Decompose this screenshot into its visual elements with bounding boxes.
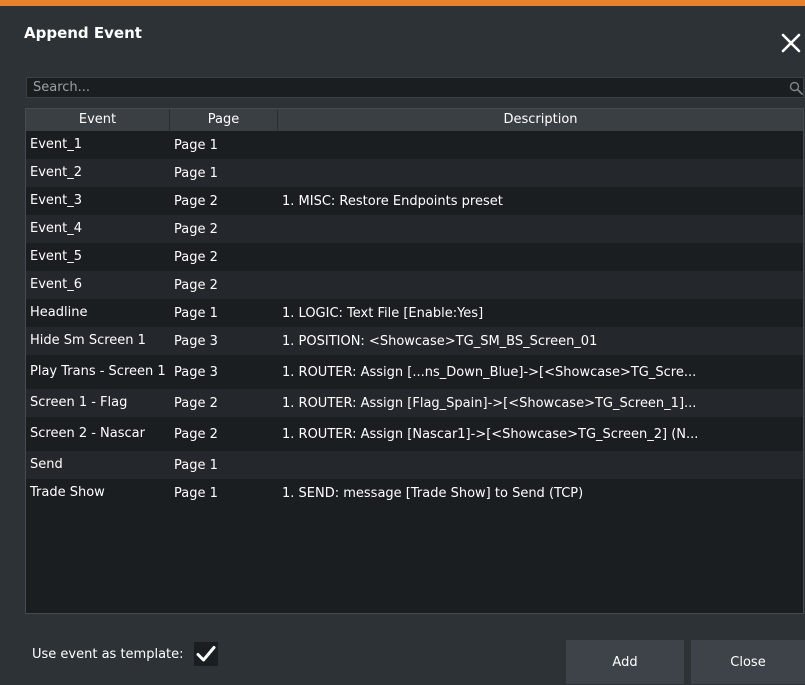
page-cell: Page 1 [174,137,218,153]
page-cell: Page 2 [174,426,218,442]
event-cell: Send [30,457,63,472]
column-header-description[interactable]: Description [278,109,803,131]
description-cell: 1. ROUTER: Assign [Flag_Spain]->[<Showca… [282,395,697,411]
dialog-footer: Use event as template: Add Close [0,620,805,685]
table-body: Event_1 Page 1 Event_2 Page 1 Event_3 Pa… [26,131,803,507]
table-row[interactable]: Screen 1 - Flag Page 2 1. ROUTER: Assign… [26,389,803,417]
column-header-event[interactable]: Event [26,109,170,131]
event-cell: Event_3 [30,193,83,208]
description-cell [282,131,797,159]
description-cell: 1. LOGIC: Text File [Enable:Yes] [282,305,484,321]
table-row[interactable]: Headline Page 1 1. LOGIC: Text File [Ena… [26,299,803,327]
table-row[interactable]: Event_1 Page 1 [26,131,803,159]
event-cell: Event_6 [30,277,83,292]
event-cell: Hide Sm Screen 1 [30,333,146,348]
page-cell: Page 1 [174,165,218,181]
table-row[interactable]: Event_6 Page 2 [26,271,803,299]
page-cell: Page 2 [174,249,218,265]
table-header: Event Page Description [26,109,803,131]
page-cell: Page 2 [174,221,218,237]
event-cell: Event_5 [30,249,83,264]
page-cell: Page 1 [174,485,218,501]
event-cell: Trade Show [30,485,105,500]
table-row[interactable]: Screen 2 - Nascar Page 2 1. ROUTER: Assi… [26,417,803,451]
search-box [26,77,804,98]
event-cell: Screen 1 - Flag [30,395,128,410]
event-cell: Event_4 [30,221,83,236]
page-cell: Page 3 [174,364,218,380]
page-cell: Page 1 [174,457,218,473]
table-row[interactable]: Send Page 1 [26,451,803,479]
page-cell: Page 2 [174,395,218,411]
event-cell: Headline [30,305,88,320]
description-cell [282,243,797,271]
search-icon[interactable] [789,80,803,95]
event-cell: Screen 2 - Nascar [30,426,145,441]
description-cell: 1. MISC: Restore Endpoints preset [282,193,503,209]
table-row[interactable]: Event_3 Page 2 1. MISC: Restore Endpoint… [26,187,803,215]
checkmark-icon [194,642,218,666]
description-cell: 1. SEND: message [Trade Show] to Send (T… [282,485,584,501]
close-button[interactable]: Close [691,640,805,684]
description-cell [282,271,797,299]
dialog-title: Append Event [24,24,142,42]
column-header-page[interactable]: Page [170,109,278,131]
table-row[interactable]: Play Trans - Screen 1 Page 3 1. ROUTER: … [26,355,803,389]
page-cell: Page 1 [174,305,218,321]
page-cell: Page 2 [174,277,218,293]
page-cell: Page 2 [174,193,218,209]
description-cell: 1. POSITION: <Showcase>TG_SM_BS_Screen_0… [282,333,598,349]
description-cell [282,215,797,243]
table-row[interactable]: Event_5 Page 2 [26,243,803,271]
events-table: Event Page Description Event_1 Page 1 Ev… [25,108,804,614]
dialog-header: Append Event [0,6,805,64]
description-cell [282,159,797,187]
description-cell: 1. ROUTER: Assign [Nascar1]->[<Showcase>… [282,426,699,442]
template-checkbox[interactable] [194,642,218,666]
page-cell: Page 3 [174,333,218,349]
description-cell [282,451,797,479]
table-row[interactable]: Event_2 Page 1 [26,159,803,187]
event-cell: Event_2 [30,165,83,180]
event-cell: Play Trans - Screen 1 [30,364,166,379]
template-checkbox-label: Use event as template: [32,647,184,662]
add-button[interactable]: Add [566,640,684,684]
close-icon[interactable] [778,30,804,56]
table-row[interactable]: Event_4 Page 2 [26,215,803,243]
description-cell: 1. ROUTER: Assign [...ns_Down_Blue]->[<S… [282,364,697,380]
table-row[interactable]: Hide Sm Screen 1 Page 3 1. POSITION: <Sh… [26,327,803,355]
search-input[interactable] [27,78,773,97]
event-cell: Event_1 [30,137,83,152]
table-row[interactable]: Trade Show Page 1 1. SEND: message [Trad… [26,479,803,507]
